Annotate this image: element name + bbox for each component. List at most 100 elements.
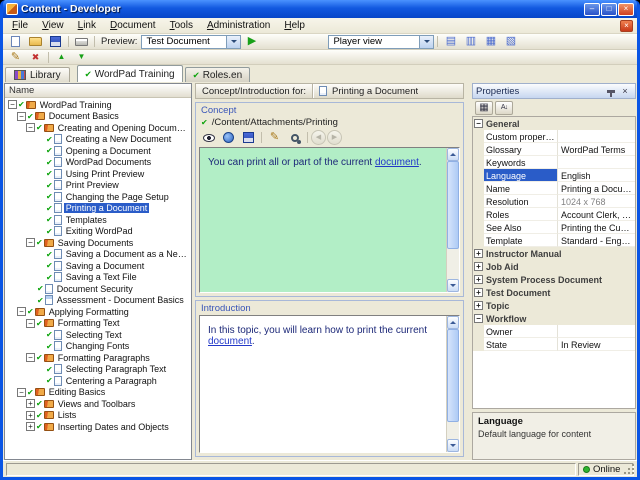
new-document-icon[interactable] (6, 35, 25, 49)
preview-eye-icon[interactable] (199, 131, 218, 145)
tree-item-selecting-paragraph-text[interactable]: ✔ Selecting Paragraph Text (5, 364, 191, 376)
document-link[interactable]: document (208, 336, 252, 347)
close-icon[interactable]: × (618, 2, 634, 16)
tree-item-document-security[interactable]: ✔ Document Security (5, 283, 191, 295)
tree-item-creating-a-new-document[interactable]: ✔ Creating a New Document (5, 134, 191, 146)
expand-box-icon[interactable]: + (474, 275, 483, 284)
scroll-up-icon[interactable] (447, 315, 459, 329)
menu-link[interactable]: Link (71, 19, 103, 32)
close-properties-icon[interactable]: × (618, 85, 632, 98)
print-icon[interactable] (72, 35, 91, 49)
expand-box-icon[interactable]: + (26, 422, 35, 432)
panel-splitter[interactable] (467, 83, 470, 460)
property-category-job-aid[interactable]: + Job Aid (473, 260, 635, 273)
property-keywords[interactable]: Keywords (473, 156, 635, 169)
run-preview-icon[interactable]: ▶ (242, 35, 261, 49)
expand-box-icon[interactable]: + (26, 399, 35, 409)
collapse-box-icon[interactable]: − (26, 123, 35, 133)
tree-item-creating-and-opening-documents[interactable]: − ✔ Creating and Opening Documents (5, 122, 191, 134)
property-resolution[interactable]: Resolution 1024 x 768 (473, 195, 635, 208)
tree-item-editing-basics[interactable]: − ✔ Editing Basics (5, 387, 191, 399)
grid-view-icon[interactable]: ▦ (481, 35, 500, 49)
tree-item-assessment-document-basics[interactable]: ✔ Assessment - Document Basics (5, 295, 191, 307)
property-state[interactable]: State In Review (473, 338, 635, 351)
tree-item-using-print-preview[interactable]: ✔ Using Print Preview (5, 168, 191, 180)
preview-document-combo[interactable]: Test Document (141, 34, 242, 49)
collapse-box-icon[interactable]: − (17, 111, 26, 121)
tree-item-changing-fonts[interactable]: ✔ Changing Fonts (5, 341, 191, 353)
expand-box-icon[interactable]: + (474, 262, 483, 271)
collapse-box-icon[interactable]: − (474, 119, 483, 128)
open-folder-icon[interactable] (26, 35, 45, 49)
introduction-scrollbar[interactable] (446, 315, 459, 452)
tab-roles-en[interactable]: ✔ Roles.en (184, 67, 251, 82)
property-category-general[interactable]: − General (473, 117, 635, 130)
scroll-track[interactable] (447, 328, 459, 439)
sort-alphabetical-icon[interactable]: A↓ (495, 100, 513, 115)
tree-item-saving-a-text-file[interactable]: ✔ Saving a Text File (5, 272, 191, 284)
tree-item-document-basics[interactable]: − ✔ Document Basics (5, 111, 191, 123)
tree-item-saving-a-document-as-a-new-file[interactable]: ✔ Saving a Document as a New File (5, 249, 191, 261)
pin-icon[interactable] (604, 85, 618, 98)
move-up-icon[interactable]: ▲ (52, 50, 71, 64)
tree-item-templates[interactable]: ✔ Templates (5, 214, 191, 226)
menu-document[interactable]: Document (103, 19, 163, 32)
move-down-icon[interactable]: ▼ (72, 50, 91, 64)
menu-file[interactable]: File (5, 19, 35, 32)
menu-tools[interactable]: Tools (163, 19, 200, 32)
tree-item-formatting-text[interactable]: − ✔ Formatting Text (5, 318, 191, 330)
maximize-icon[interactable]: □ (601, 2, 617, 16)
property-category-system-process-document[interactable]: + System Process Document (473, 273, 635, 286)
tree-item-exiting-wordpad[interactable]: ✔ Exiting WordPad (5, 226, 191, 238)
introduction-text[interactable]: In this topic, you will learn how to pri… (200, 316, 446, 452)
collapse-box-icon[interactable]: − (26, 318, 35, 328)
menu-help[interactable]: Help (277, 19, 312, 32)
web-globe-icon[interactable] (219, 131, 238, 145)
tree-item-centering-a-paragraph[interactable]: ✔ Centering a Paragraph (5, 375, 191, 387)
zoom-icon[interactable] (285, 131, 304, 145)
view-mode-combo[interactable]: Player view (328, 34, 435, 49)
tree-item-formatting-paragraphs[interactable]: − ✔ Formatting Paragraphs (5, 352, 191, 364)
chevron-down-icon[interactable] (419, 35, 434, 48)
tree-item-inserting-dates-and-objects[interactable]: + ✔ Inserting Dates and Objects (5, 421, 191, 433)
close-document-icon[interactable]: × (620, 19, 633, 32)
property-category-instructor-manual[interactable]: + Instructor Manual (473, 247, 635, 260)
tree-item-saving-a-document[interactable]: ✔ Saving a Document (5, 260, 191, 272)
property-category-topic[interactable]: + Topic (473, 299, 635, 312)
property-see-also[interactable]: See AlsoPrinting the Current Wor... (473, 221, 635, 234)
scroll-down-icon[interactable] (447, 439, 459, 452)
save-icon[interactable] (46, 35, 65, 49)
menu-administration[interactable]: Administration (200, 19, 277, 32)
scroll-up-icon[interactable] (447, 148, 459, 161)
attachment-path[interactable]: /Content/Attachments/Printing (212, 117, 338, 128)
property-category-test-document[interactable]: + Test Document (473, 286, 635, 299)
tree-item-saving-documents[interactable]: − ✔ Saving Documents (5, 237, 191, 249)
concept-scrollbar[interactable] (446, 148, 459, 292)
tree-item-print-preview[interactable]: ✔ Print Preview (5, 180, 191, 192)
expand-box-icon[interactable]: + (26, 410, 35, 420)
chevron-down-icon[interactable] (226, 35, 241, 48)
edit-pencil-icon[interactable]: ✎ (265, 131, 284, 145)
delete-document-icon[interactable]: ✖ (26, 50, 45, 64)
library-tab[interactable]: Library (5, 67, 70, 82)
collapse-box-icon[interactable]: − (17, 307, 26, 317)
tree-item-wordpad-documents[interactable]: ✔ WordPad Documents (5, 157, 191, 169)
tree-item-wordpad-training[interactable]: − ✔ WordPad Training (5, 99, 191, 111)
collapse-box-icon[interactable]: − (17, 387, 26, 397)
web-view-icon[interactable]: ▧ (501, 35, 520, 49)
tree-item-applying-formatting[interactable]: − ✔ Applying Formatting (5, 306, 191, 318)
expand-box-icon[interactable]: + (474, 301, 483, 310)
menu-view[interactable]: View (35, 19, 71, 32)
tree-item-selecting-text[interactable]: ✔ Selecting Text (5, 329, 191, 341)
property-template[interactable]: Template Standard - English (473, 234, 635, 247)
scroll-track[interactable] (447, 161, 459, 279)
collapse-box-icon[interactable]: − (474, 314, 483, 323)
resize-gripper[interactable] (624, 464, 636, 476)
concept-text[interactable]: You can print all or part of the current… (200, 148, 446, 292)
player-view-icon[interactable]: ▤ (441, 35, 460, 49)
edit-document-icon[interactable]: ✎ (6, 50, 25, 64)
scroll-thumb[interactable] (447, 328, 459, 423)
categorized-icon[interactable]: ▦ (475, 100, 493, 115)
nav-next-icon[interactable]: ▶ (327, 130, 342, 145)
collapse-box-icon[interactable]: − (26, 238, 35, 248)
